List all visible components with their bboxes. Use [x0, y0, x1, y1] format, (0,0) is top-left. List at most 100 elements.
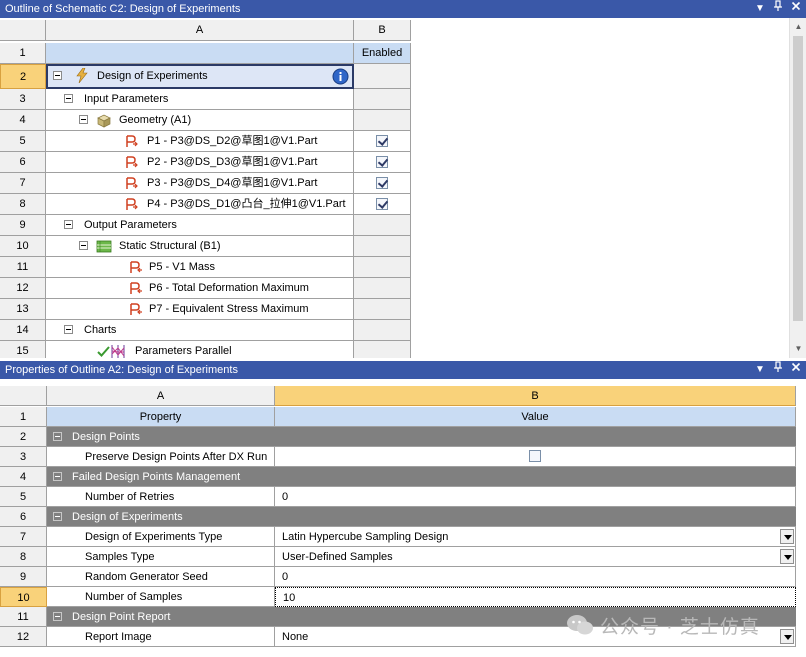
table-row[interactable]: 6 P2 - P3@DS_D3@草图1@V1.Part: [0, 152, 411, 173]
scroll-down-arrow-icon[interactable]: ▼: [790, 340, 806, 357]
chevron-down-icon[interactable]: [780, 629, 794, 644]
chat-bubble-icon: [567, 615, 593, 635]
scroll-thumb[interactable]: [793, 36, 803, 321]
samples-type-dropdown[interactable]: User-Defined Samples: [275, 547, 796, 567]
enabled-checkbox[interactable]: [376, 135, 388, 147]
row-number: 9: [0, 567, 47, 587]
column-header-a[interactable]: A: [47, 386, 275, 406]
chevron-down-icon[interactable]: [780, 529, 794, 544]
collapse-toggle-icon[interactable]: [64, 220, 73, 229]
cell-a[interactable]: Static Structural (B1): [46, 236, 354, 257]
cell-a[interactable]: Input Parameters: [46, 89, 354, 110]
cell-a[interactable]: P7 - Equivalent Stress Maximum: [46, 299, 354, 320]
cell-b[interactable]: [354, 173, 411, 194]
row-number: 5: [0, 131, 46, 152]
collapse-toggle-icon[interactable]: [53, 612, 62, 621]
pin-icon[interactable]: [772, 361, 784, 379]
table-row[interactable]: 9 Output Parameters: [0, 215, 411, 236]
collapse-toggle-icon[interactable]: [79, 115, 88, 124]
value-cell[interactable]: 0: [275, 487, 796, 507]
column-header-b[interactable]: B: [275, 386, 796, 406]
collapse-toggle-icon[interactable]: [53, 472, 62, 481]
table-row[interactable]: 7 Design of Experiments Type Latin Hyper…: [0, 527, 796, 547]
collapse-toggle-icon[interactable]: [53, 432, 62, 441]
cell-a[interactable]: Parameters Parallel: [46, 341, 354, 358]
cell-a[interactable]: Geometry (A1): [46, 110, 354, 131]
chevron-down-icon[interactable]: [780, 549, 794, 564]
table-row[interactable]: 13 P7 - Equivalent Stress Maximum: [0, 299, 411, 320]
table-row[interactable]: 5 Number of Retries 0: [0, 487, 796, 507]
close-icon[interactable]: [790, 361, 802, 379]
collapse-arrow-icon[interactable]: ▼: [754, 0, 766, 18]
table-row[interactable]: 9 Random Generator Seed 0: [0, 567, 796, 587]
tree-label: Geometry (A1): [119, 114, 192, 126]
table-row-selected[interactable]: 2 Design of Experiments: [0, 64, 411, 89]
preserve-design-points-checkbox[interactable]: [529, 450, 541, 462]
outline-vertical-scrollbar[interactable]: ▲ ▼: [789, 18, 806, 358]
number-of-samples-input[interactable]: 10: [275, 587, 796, 607]
table-row[interactable]: 5 P1 - P3@DS_D2@草图1@V1.Part: [0, 131, 411, 152]
cell-a[interactable]: P4 - P3@DS_D1@凸台_拉伸1@V1.Part: [46, 194, 354, 215]
column-header-a[interactable]: A: [46, 20, 354, 41]
table-row-selected[interactable]: 10 Number of Samples 10: [0, 587, 796, 607]
table-row[interactable]: 3 Preserve Design Points After DX Run: [0, 447, 796, 467]
doe-type-dropdown[interactable]: Latin Hypercube Sampling Design: [275, 527, 796, 547]
table-row[interactable]: 10 Static Structural (B1): [0, 236, 411, 257]
property-group-row[interactable]: 2 Design Points: [0, 427, 796, 447]
enabled-checkbox[interactable]: [376, 198, 388, 210]
random-seed-value[interactable]: 0: [282, 567, 288, 586]
cell-a[interactable]: Design of Experiments: [46, 64, 354, 89]
property-label: Design of Experiments Type: [85, 531, 223, 543]
value-cell[interactable]: 0: [275, 567, 796, 587]
row-number: 5: [0, 487, 47, 507]
cell-a[interactable]: P5 - V1 Mass: [46, 257, 354, 278]
row-number: 12: [0, 278, 46, 299]
group-label: Failed Design Points Management: [72, 471, 241, 483]
cell-b[interactable]: [354, 131, 411, 152]
table-row[interactable]: 11 P5 - V1 Mass: [0, 257, 411, 278]
pin-icon[interactable]: [772, 0, 784, 18]
collapse-arrow-icon[interactable]: ▼: [754, 361, 766, 379]
cell-b[interactable]: [354, 152, 411, 173]
group-cell[interactable]: Failed Design Points Management: [47, 467, 796, 487]
column-header-b[interactable]: B: [354, 20, 411, 41]
cell-b: [354, 299, 411, 320]
cell-a[interactable]: Charts: [46, 320, 354, 341]
collapse-toggle-icon[interactable]: [64, 94, 73, 103]
row-number: 3: [0, 447, 47, 467]
properties-title-text: Properties of Outline A2: Design of Expe…: [5, 364, 238, 376]
table-row[interactable]: 12 P6 - Total Deformation Maximum: [0, 278, 411, 299]
cell-a[interactable]: P1 - P3@DS_D2@草图1@V1.Part: [46, 131, 354, 152]
cell-a[interactable]: Output Parameters: [46, 215, 354, 236]
value-cell[interactable]: [275, 447, 796, 467]
property-group-row[interactable]: 4 Failed Design Points Management: [0, 467, 796, 487]
table-row[interactable]: 1 Enabled: [0, 43, 411, 64]
close-icon[interactable]: [790, 0, 802, 18]
cell-a[interactable]: P2 - P3@DS_D3@草图1@V1.Part: [46, 152, 354, 173]
collapse-toggle-icon[interactable]: [64, 325, 73, 334]
scroll-up-arrow-icon[interactable]: ▲: [790, 18, 806, 35]
cell-a[interactable]: P3 - P3@DS_D4@草图1@V1.Part: [46, 173, 354, 194]
collapse-toggle-icon[interactable]: [53, 512, 62, 521]
group-cell[interactable]: Design of Experiments: [47, 507, 796, 527]
table-row[interactable]: 3 Input Parameters: [0, 89, 411, 110]
collapse-toggle-icon[interactable]: [53, 71, 62, 80]
group-label: Design of Experiments: [72, 511, 183, 523]
table-row[interactable]: 14 Charts: [0, 320, 411, 341]
table-row[interactable]: 4 Geometry (A1): [0, 110, 411, 131]
number-of-samples-value[interactable]: 10: [283, 588, 295, 606]
table-row[interactable]: 8 P4 - P3@DS_D1@凸台_拉伸1@V1.Part: [0, 194, 411, 215]
group-cell[interactable]: Design Points: [47, 427, 796, 447]
table-row[interactable]: 7 P3 - P3@DS_D4@草图1@V1.Part: [0, 173, 411, 194]
collapse-toggle-icon[interactable]: [79, 241, 88, 250]
property-group-row[interactable]: 6 Design of Experiments: [0, 507, 796, 527]
info-icon[interactable]: [332, 68, 349, 85]
enabled-checkbox[interactable]: [376, 177, 388, 189]
enabled-checkbox[interactable]: [376, 156, 388, 168]
table-row[interactable]: 15 Parameters Parallel: [0, 341, 411, 358]
number-of-retries-value[interactable]: 0: [282, 487, 288, 506]
cell-a[interactable]: P6 - Total Deformation Maximum: [46, 278, 354, 299]
cell-b[interactable]: [354, 194, 411, 215]
property-cell: Design of Experiments Type: [47, 527, 275, 547]
table-row[interactable]: 8 Samples Type User-Defined Samples: [0, 547, 796, 567]
